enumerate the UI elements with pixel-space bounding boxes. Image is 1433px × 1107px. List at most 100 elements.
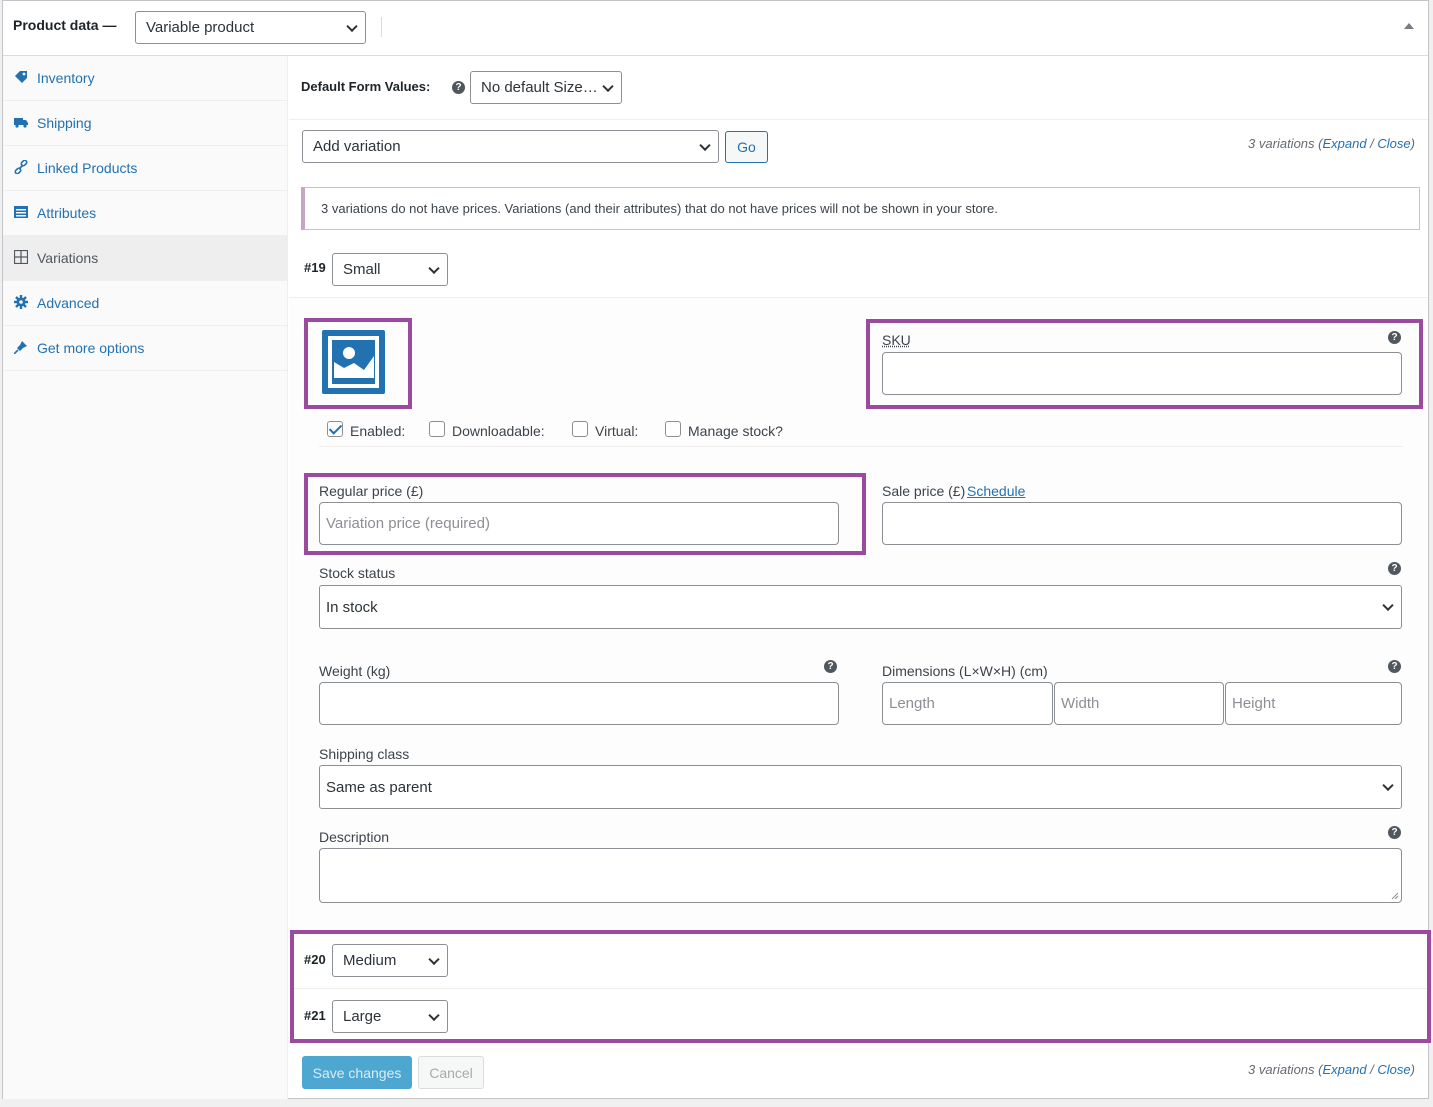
- variation-19-value: Small: [343, 261, 381, 278]
- regular-price-label: Regular price (£): [319, 483, 424, 499]
- help-icon[interactable]: ?: [1388, 562, 1401, 575]
- tab-linked-products[interactable]: Linked Products: [3, 146, 287, 191]
- tab-inventory[interactable]: Inventory: [3, 56, 287, 101]
- tab-advanced[interactable]: Advanced: [3, 281, 287, 326]
- virtual-label: Virtual:: [595, 423, 639, 439]
- close-link[interactable]: Close: [1377, 1062, 1410, 1077]
- regular-price-placeholder: Variation price (required): [326, 515, 490, 532]
- default-form-label: Default Form Values:: [301, 79, 431, 94]
- variation-id: #21: [304, 1008, 326, 1023]
- default-size-value: No default Size…: [481, 79, 598, 96]
- grid-icon: [14, 250, 28, 264]
- tab-shipping[interactable]: Shipping: [3, 101, 287, 146]
- product-data-header: Product data — Variable product: [3, 1, 1428, 56]
- header-divider: [381, 17, 382, 37]
- chevron-down-icon: [428, 953, 440, 965]
- link-icon: [14, 160, 28, 174]
- list-icon: [14, 206, 28, 218]
- variations-panel: Default Form Values: ? No default Size… …: [289, 56, 1431, 1099]
- tag-icon: [15, 71, 27, 83]
- expand-link[interactable]: Expand: [1322, 136, 1366, 151]
- add-variation-value: Add variation: [313, 138, 401, 155]
- variation-image-icon[interactable]: [322, 330, 385, 394]
- help-icon[interactable]: ?: [452, 81, 465, 94]
- weight-input[interactable]: [319, 682, 839, 725]
- tab-label: Variations: [37, 250, 99, 266]
- close-paren: ): [1410, 136, 1415, 151]
- add-variation-select[interactable]: Add variation: [302, 130, 719, 163]
- sku-label: SKU: [882, 332, 911, 348]
- variation-20-select[interactable]: Medium: [332, 944, 448, 977]
- length-input[interactable]: Length: [882, 682, 1053, 725]
- description-label: Description: [319, 829, 390, 845]
- chevron-down-icon: [602, 80, 614, 92]
- variation-19-select[interactable]: Small: [332, 253, 448, 286]
- go-button[interactable]: Go: [725, 131, 768, 163]
- height-placeholder: Height: [1232, 695, 1276, 712]
- help-icon[interactable]: ?: [1388, 826, 1401, 839]
- chevron-down-icon: [1382, 599, 1394, 612]
- tab-label: Get more options: [37, 340, 145, 356]
- sale-price-input[interactable]: [882, 502, 1402, 545]
- product-data-panel: Product data — Variable product Inventor…: [2, 0, 1431, 1099]
- options-divider: [319, 446, 1403, 447]
- tab-label: Inventory: [37, 70, 95, 86]
- chevron-down-icon: [428, 262, 440, 274]
- stock-status-select[interactable]: In stock: [319, 585, 1402, 629]
- weight-label: Weight (kg): [319, 663, 391, 679]
- variations-count-text: 3 variations (: [1248, 1062, 1323, 1077]
- cancel-button[interactable]: Cancel: [418, 1056, 484, 1089]
- enabled-checkbox[interactable]: [327, 421, 343, 437]
- width-input[interactable]: Width: [1054, 682, 1224, 725]
- default-size-select[interactable]: No default Size…: [470, 71, 622, 104]
- dimensions-label: Dimensions (L×W×H) (cm): [882, 663, 1048, 679]
- variation-21-select[interactable]: Large: [332, 1000, 448, 1033]
- schedule-link[interactable]: Schedule: [967, 483, 1025, 499]
- manage-stock-checkbox[interactable]: [665, 421, 681, 437]
- height-input[interactable]: Height: [1225, 682, 1402, 725]
- variations-count-text: 3 variations (: [1248, 136, 1323, 151]
- no-price-notice: 3 variations do not have prices. Variati…: [301, 187, 1420, 230]
- product-type-select[interactable]: Variable product: [135, 11, 366, 44]
- variation-id: #19: [304, 260, 326, 275]
- variation-id: #20: [304, 952, 326, 967]
- tab-label: Shipping: [37, 115, 92, 131]
- help-icon[interactable]: ?: [824, 660, 837, 673]
- tab-label: Linked Products: [37, 160, 138, 176]
- stock-status-value: In stock: [326, 598, 378, 616]
- close-link[interactable]: Close: [1377, 136, 1410, 151]
- variations-count: 3 variations (Expand / Close): [1248, 1062, 1415, 1077]
- variation-divider: [294, 988, 1427, 989]
- save-changes-button[interactable]: Save changes: [302, 1056, 412, 1089]
- truck-icon: [14, 118, 28, 128]
- sku-input[interactable]: [882, 352, 1402, 395]
- enabled-label: Enabled:: [350, 423, 406, 439]
- sale-price-label: Sale price (£): [882, 483, 966, 499]
- product-data-title: Product data —: [13, 17, 117, 33]
- help-icon[interactable]: ?: [1388, 660, 1401, 673]
- stock-status-label: Stock status: [319, 565, 396, 581]
- plugin-icon: [14, 341, 27, 354]
- help-icon[interactable]: ?: [1388, 331, 1401, 344]
- collapse-arrow-icon[interactable]: [1404, 23, 1414, 29]
- expand-link[interactable]: Expand: [1322, 1062, 1366, 1077]
- downloadable-checkbox[interactable]: [429, 421, 445, 437]
- tab-get-more-options[interactable]: Get more options: [3, 326, 287, 371]
- resize-handle-icon[interactable]: [1391, 892, 1399, 900]
- shipping-class-value: Same as parent: [326, 778, 432, 796]
- tab-attributes[interactable]: Attributes: [3, 191, 287, 236]
- gear-icon: [14, 295, 28, 309]
- variation-21-value: Large: [343, 1008, 382, 1025]
- description-textarea[interactable]: [319, 848, 1402, 903]
- virtual-checkbox[interactable]: [572, 421, 588, 437]
- tab-variations[interactable]: Variations: [3, 236, 287, 281]
- variation-20-value: Medium: [343, 952, 397, 969]
- length-placeholder: Length: [889, 695, 935, 712]
- width-placeholder: Width: [1061, 695, 1100, 712]
- manage-stock-label: Manage stock?: [688, 423, 783, 439]
- close-paren: ): [1410, 1062, 1415, 1077]
- regular-price-input[interactable]: Variation price (required): [319, 502, 839, 545]
- shipping-class-select[interactable]: Same as parent: [319, 765, 1402, 809]
- product-data-tabs: Inventory Shipping Linked Products Attri…: [3, 56, 288, 1099]
- variations-count: 3 variations (Expand / Close): [1248, 136, 1415, 151]
